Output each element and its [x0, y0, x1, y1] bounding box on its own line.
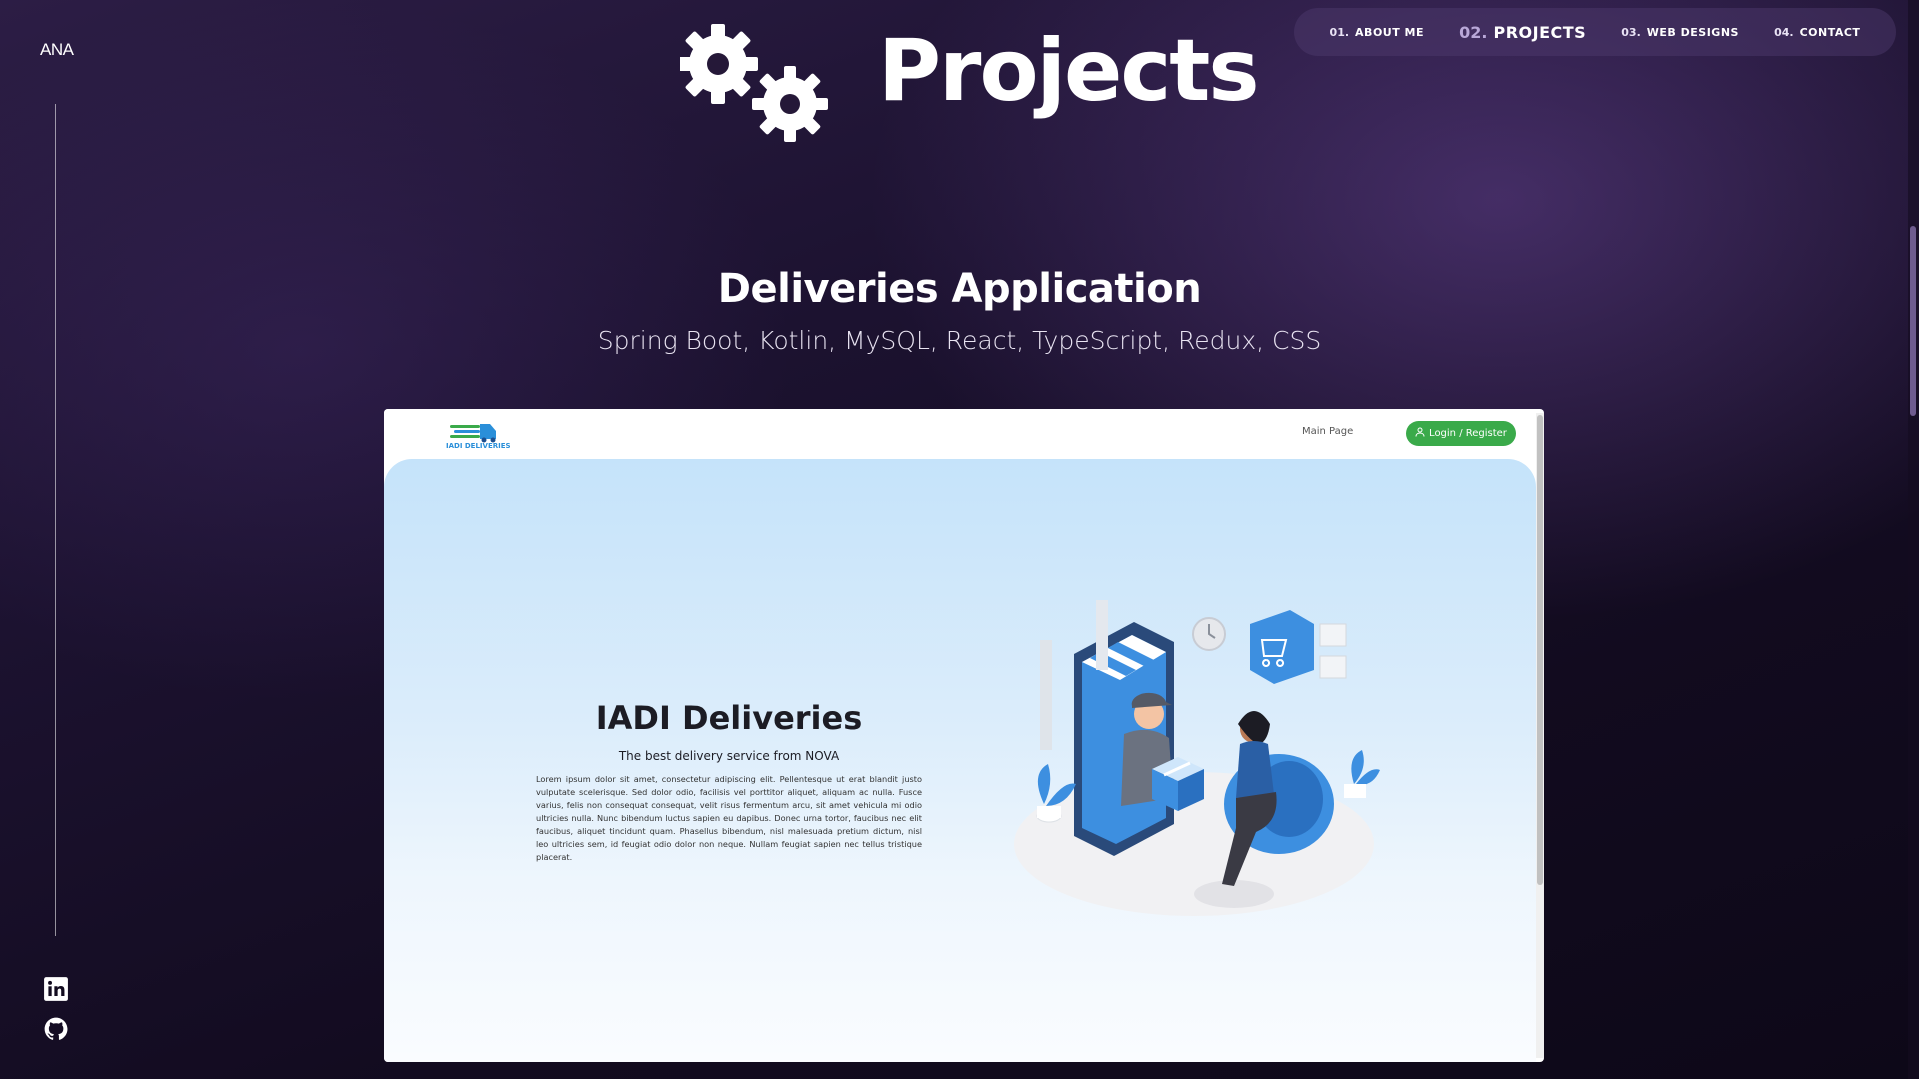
gears-icon [678, 22, 830, 144]
top-nav: 01. ABOUT ME 02. PROJECTS 03. WEB DESIGN… [1294, 8, 1896, 56]
project-preview[interactable]: IADI DELIVERIES Main Page Login / Regist… [384, 409, 1544, 1062]
login-register-label: Login / Register [1429, 428, 1507, 439]
github-icon[interactable] [43, 1016, 69, 1042]
hero-body-text: Lorem ipsum dolor sit amet, consectetur … [536, 774, 922, 862]
nav-item-projects[interactable]: 02. PROJECTS [1459, 23, 1586, 42]
preview-logo-text: IADI DELIVERIES [446, 442, 511, 450]
preview-hero: IADI Deliveries The best delivery servic… [384, 459, 1536, 1062]
login-register-button[interactable]: Login / Register [1406, 421, 1516, 446]
side-divider [55, 104, 56, 936]
nav-item-number: 02. [1459, 22, 1488, 42]
project-title: Deliveries Application [717, 266, 1202, 312]
hero-title: IADI Deliveries [595, 699, 863, 737]
preview-header: IADI DELIVERIES Main Page Login / Regist… [384, 409, 1536, 457]
nav-item-label: CONTACT [1799, 25, 1861, 39]
user-icon [1415, 427, 1425, 440]
nav-item-number: 04. [1774, 25, 1794, 39]
linkedin-icon[interactable] [43, 976, 69, 1002]
nav-item-label: ABOUT ME [1355, 25, 1425, 39]
nav-item-label: WEB DESIGNS [1646, 25, 1739, 39]
page-scrollbar-thumb[interactable] [1910, 226, 1916, 416]
nav-item-web-designs[interactable]: 03. WEB DESIGNS [1621, 26, 1739, 39]
nav-item-contact[interactable]: 04. CONTACT [1774, 26, 1860, 39]
page-title: Projects [878, 21, 1260, 121]
nav-item-label: PROJECTS [1493, 22, 1587, 42]
project-tech-stack: Spring Boot, Kotlin, MySQL, React, TypeS… [597, 326, 1322, 355]
main-page-link[interactable]: Main Page [1302, 426, 1353, 437]
nav-item-about-me[interactable]: 01. ABOUT ME [1330, 26, 1424, 39]
hero-subtitle: The best delivery service from NOVA [618, 749, 840, 763]
site-logo[interactable]: ANA [40, 40, 74, 60]
nav-item-number: 03. [1621, 25, 1641, 39]
delivery-illustration [1004, 594, 1384, 934]
page-scrollbar[interactable] [1908, 0, 1919, 1079]
preview-scrollbar-thumb[interactable] [1537, 415, 1543, 885]
nav-item-number: 01. [1329, 25, 1350, 39]
